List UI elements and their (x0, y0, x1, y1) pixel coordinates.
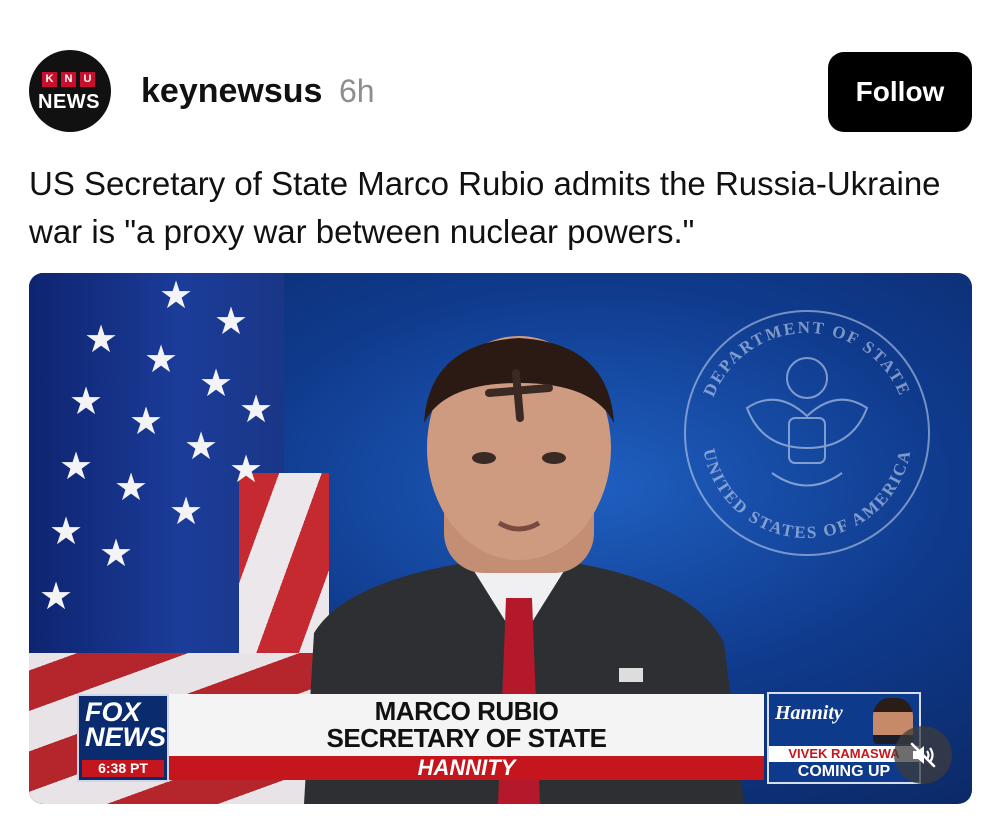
avatar-letters: K N U (42, 72, 95, 87)
star-icon: ★ (159, 275, 194, 317)
network-logo-line2: NEWS (85, 722, 166, 752)
star-icon: ★ (114, 467, 149, 509)
star-icon: ★ (184, 426, 219, 468)
show-name-bar: HANNITY (169, 756, 764, 780)
star-icon: ★ (69, 381, 104, 423)
star-icon: ★ (84, 319, 119, 361)
post-header: K N U NEWS keynewsus 6h Follow (29, 50, 972, 134)
star-icon: ★ (99, 533, 134, 575)
post-timestamp: 6h (339, 73, 375, 109)
star-icon: ★ (239, 389, 274, 431)
star-icon: ★ (169, 491, 204, 533)
speaker-muted-icon (910, 742, 936, 768)
avatar-letter-k: K (42, 72, 57, 87)
network-logo: FOX NEWS 6:38 PT (77, 694, 169, 782)
star-icon: ★ (39, 576, 74, 618)
avatar-word: NEWS (38, 91, 100, 113)
star-icon: ★ (144, 339, 179, 381)
star-icon: ★ (229, 449, 264, 491)
post-caption: US Secretary of State Marco Rubio admits… (29, 165, 941, 250)
mute-toggle-button[interactable] (894, 726, 952, 784)
avatar-letter-u: U (80, 72, 95, 87)
broadcast-time: 6:38 PT (82, 760, 164, 777)
video-player[interactable]: ★ ★ ★ ★ ★ ★ ★ ★ ★ ★ ★ ★ ★ ★ ★ ★ DEPARTME… (29, 273, 972, 804)
username-link[interactable]: keynewsus (141, 72, 322, 111)
star-icon: ★ (214, 301, 249, 343)
lower-third-nameplate: MARCO RUBIO SECRETARY OF STATE (169, 694, 764, 756)
star-icon: ★ (199, 363, 234, 405)
speaker-name: MARCO RUBIO (374, 696, 559, 726)
star-icon: ★ (59, 446, 94, 488)
star-icon: ★ (49, 511, 84, 553)
speaker-title: SECRETARY OF STATE (326, 723, 607, 753)
promo-show-title: Hannity (775, 702, 843, 724)
account-avatar[interactable]: K N U NEWS (29, 50, 111, 132)
avatar-letter-n: N (61, 72, 76, 87)
follow-button[interactable]: Follow (828, 52, 972, 132)
network-logo-text: FOX NEWS (85, 699, 166, 752)
star-icon: ★ (129, 401, 164, 443)
